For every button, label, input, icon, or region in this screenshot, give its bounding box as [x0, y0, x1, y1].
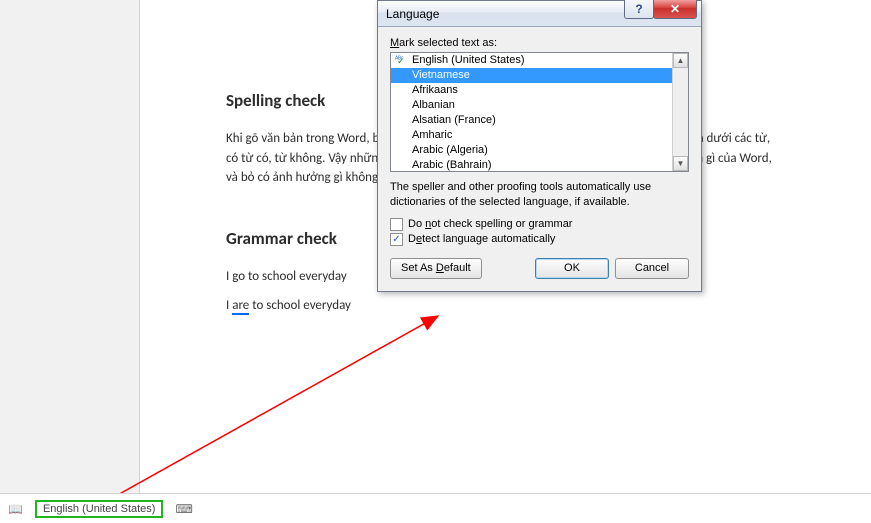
- language-option[interactable]: Alsatian (France): [391, 113, 672, 128]
- ok-button[interactable]: OK: [535, 258, 609, 279]
- language-listbox[interactable]: English (United States)VietnameseAfrikaa…: [390, 52, 689, 172]
- para3-post: to school everyday: [249, 298, 351, 313]
- status-language-indicator[interactable]: English (United States): [35, 500, 164, 518]
- dialog-titlebar[interactable]: Language ? ✕: [378, 1, 701, 27]
- language-option[interactable]: Arabic (Algeria): [391, 143, 672, 158]
- detect-language-checkbox[interactable]: ✓ Detect language automatically: [390, 233, 689, 246]
- language-dialog: Language ? ✕ Mark selected text as: Engl…: [377, 0, 702, 292]
- set-as-default-button[interactable]: Set As Default: [390, 258, 482, 279]
- language-option-label: Alsatian (France): [412, 113, 496, 128]
- language-option-label: Arabic (Bahrain): [412, 158, 491, 171]
- macro-icon[interactable]: ⌨: [175, 502, 192, 516]
- language-option-label: Afrikaans: [412, 83, 458, 98]
- language-option[interactable]: Vietnamese: [391, 68, 672, 83]
- language-option[interactable]: Amharic: [391, 128, 672, 143]
- language-option-label: Amharic: [412, 128, 452, 143]
- checkbox-icon: ✓: [390, 233, 403, 246]
- paragraph-3: I are to school everyday: [226, 296, 785, 316]
- grammar-error-word[interactable]: are: [232, 298, 249, 315]
- scroll-down-button[interactable]: ▼: [673, 156, 688, 171]
- status-bar: 📖 English (United States) ⌨: [0, 493, 871, 523]
- language-option[interactable]: Afrikaans: [391, 83, 672, 98]
- language-option[interactable]: Albanian: [391, 98, 672, 113]
- left-margin-gutter: [0, 0, 140, 493]
- language-option-label: Vietnamese: [412, 68, 470, 83]
- dialog-title: Language: [386, 7, 439, 21]
- do-not-check-spelling-checkbox[interactable]: Do not check spelling or grammar: [390, 218, 689, 231]
- scroll-up-button[interactable]: ▲: [673, 53, 688, 68]
- cancel-button[interactable]: Cancel: [615, 258, 689, 279]
- spellcheck-icon: [395, 55, 409, 67]
- mark-selected-label: Mark selected text as:: [390, 37, 689, 49]
- help-button[interactable]: ?: [624, 0, 654, 19]
- language-option-label: Albanian: [412, 98, 455, 113]
- language-option-label: English (United States): [412, 53, 525, 68]
- language-option[interactable]: Arabic (Bahrain): [391, 158, 672, 171]
- dialog-hint-text: The speller and other proofing tools aut…: [390, 180, 689, 210]
- checkbox-icon: [390, 218, 403, 231]
- close-button[interactable]: ✕: [653, 0, 697, 19]
- book-icon[interactable]: 📖: [8, 502, 23, 516]
- language-option-label: Arabic (Algeria): [412, 143, 488, 158]
- listbox-scrollbar[interactable]: ▲ ▼: [672, 53, 688, 171]
- language-option[interactable]: English (United States): [391, 53, 672, 68]
